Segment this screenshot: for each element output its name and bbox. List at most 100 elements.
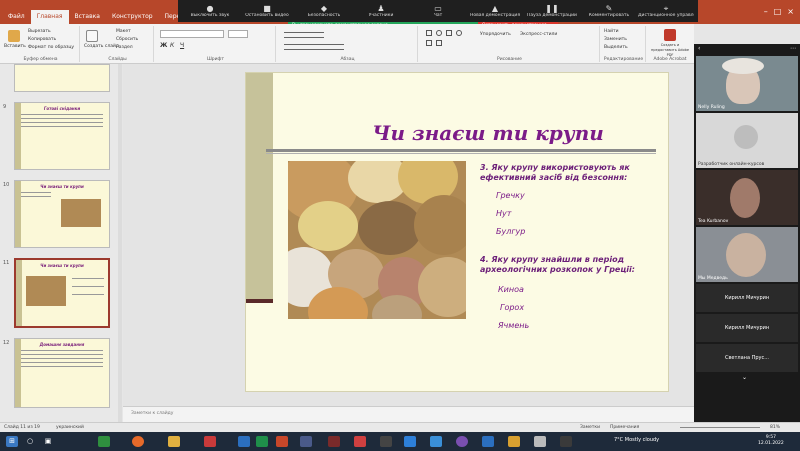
video-icon: ■ (263, 3, 271, 13)
participant-name-tile[interactable]: Кирилл Мичурин (696, 314, 798, 342)
new-slide-icon[interactable] (86, 30, 98, 42)
excel-icon[interactable] (256, 436, 268, 447)
slide-thumbnail-11-selected[interactable]: Чи знаєш ти крупи (14, 258, 110, 328)
comments-toggle[interactable]: Примечания (610, 425, 639, 430)
font-size-select[interactable] (228, 30, 248, 38)
close-icon[interactable]: × (787, 7, 794, 16)
oval-shape-icon[interactable] (436, 30, 442, 36)
participant-name-tile[interactable]: Светлана Прус... (696, 344, 798, 372)
replace-button[interactable]: Заменить (604, 37, 627, 42)
files-icon[interactable] (98, 436, 110, 447)
participant-tile[interactable]: Nelly Ruling (696, 56, 798, 111)
copy-button[interactable]: Копировать (28, 37, 56, 42)
line-shape-icon[interactable] (426, 40, 432, 46)
bullets-icon[interactable] (284, 32, 324, 38)
zoom-slider[interactable] (680, 427, 760, 428)
app-icon[interactable] (300, 436, 312, 447)
answer-option: Булгур (496, 227, 526, 236)
annotate-button[interactable]: ✎ Комментировать (581, 0, 637, 22)
language-indicator[interactable]: украинский (56, 425, 84, 430)
cut-button[interactable]: Вырезать (28, 29, 51, 34)
powerpoint-icon[interactable] (276, 436, 288, 447)
participant-tile[interactable]: Разработчик онлайн-курсов (696, 113, 798, 168)
firefox-icon[interactable] (132, 436, 144, 447)
maximize-icon[interactable]: □ (774, 7, 782, 16)
circle-shape-icon[interactable] (456, 30, 462, 36)
zoom-level[interactable]: 81% (770, 425, 780, 430)
editing-group: Найти Заменить Выделить Редактирование (602, 26, 646, 62)
create-pdf-button[interactable]: Создать и предоставить Adobe PDF (648, 43, 692, 58)
clock[interactable]: 9:57 12.01.2022 (758, 435, 784, 447)
minimize-icon[interactable]: – (764, 7, 768, 16)
app-icon[interactable] (380, 436, 392, 447)
align-icon[interactable] (284, 44, 344, 50)
triangle-shape-icon[interactable] (446, 30, 452, 36)
thumbnail-scrollbar[interactable] (118, 64, 122, 422)
stop-video-button[interactable]: ■ Остановить видео (239, 0, 295, 22)
slide-thumbnail-10[interactable]: Чи знаєш ти крупи (14, 180, 110, 248)
participant-tile[interactable]: Мы Медведь (696, 227, 798, 282)
remote-control-button[interactable]: ⌖ Дистанционное управление (638, 0, 694, 22)
italic-icon[interactable]: К (170, 42, 174, 49)
app-icon[interactable] (560, 436, 572, 447)
search-icon[interactable]: ○ (24, 436, 36, 447)
tab-home[interactable]: Главная (30, 10, 69, 24)
tab-design[interactable]: Конструктор (106, 10, 159, 24)
paste-button[interactable]: Вставить (4, 44, 26, 49)
paste-icon[interactable] (8, 30, 20, 42)
security-button[interactable]: ◆ Безопасность (296, 0, 352, 22)
participant-tile[interactable]: Tea Kurbanov (696, 170, 798, 225)
arrow-shape-icon[interactable] (436, 40, 442, 46)
start-icon[interactable]: ⊞ (6, 436, 18, 447)
word-icon[interactable] (238, 436, 250, 447)
group-label: Абзац (340, 57, 355, 62)
viber-icon[interactable] (456, 436, 468, 447)
question-4: 4. Яку крупу знайшли в період археологіч… (480, 255, 635, 274)
new-share-button[interactable]: ▲ Новая демонстрация (467, 0, 523, 22)
bold-icon[interactable]: Ж (160, 42, 167, 49)
slide-canvas: Чи знаєш ти крупи 3. Яку крупу використо… (123, 64, 694, 406)
telegram-icon[interactable] (430, 436, 442, 447)
underline-icon[interactable]: Ч (180, 42, 184, 49)
pause-share-button[interactable]: ❚❚ Пауза демонстрации (524, 0, 580, 22)
slide-thumbnail-12[interactable]: Домашнє завдання (14, 338, 110, 408)
arrange-button[interactable]: Упорядочить (480, 32, 511, 37)
tab-insert[interactable]: Вставка (69, 10, 106, 24)
chevron-left-icon[interactable]: ‹ (698, 45, 700, 53)
section-button[interactable]: Раздел (116, 45, 133, 50)
app-icon[interactable] (508, 436, 520, 447)
notes-toggle[interactable]: Заметки (580, 425, 600, 430)
app-icon[interactable] (534, 436, 546, 447)
font-name-select[interactable] (160, 30, 224, 38)
slide-thumbnail-9[interactable]: Готові сніданки (14, 102, 110, 170)
acrobat-icon[interactable] (354, 436, 366, 447)
new-slide-button[interactable]: Создать слайд (84, 44, 119, 49)
slides-group: Создать слайд Макет Сбросить Раздел Слай… (82, 26, 154, 62)
select-button[interactable]: Выделить (604, 45, 628, 50)
tab-file[interactable]: Файл (2, 10, 31, 24)
app-icon[interactable] (204, 436, 216, 447)
quick-styles-button[interactable]: Экспресс-стили (520, 32, 557, 37)
more-icon[interactable]: ⋯ (790, 45, 796, 53)
current-slide[interactable]: Чи знаєш ти крупи 3. Яку крупу використо… (245, 72, 669, 392)
chat-button[interactable]: ▭ Чат (410, 0, 466, 22)
mute-button[interactable]: ● Выключить звук (182, 0, 238, 22)
task-view-icon[interactable]: ▣ (42, 436, 54, 447)
rectangle-shape-icon[interactable] (426, 30, 432, 36)
weather-widget[interactable]: 7°C Mostly cloudy (614, 437, 659, 443)
notes-pane[interactable]: Заметки к слайду (123, 406, 694, 422)
format-painter-button[interactable]: Формат по образцу (28, 45, 74, 50)
folder-icon[interactable] (168, 436, 180, 447)
slide-thumbnail-partial[interactable] (14, 64, 110, 92)
thumbnail-title: Чи знаєш ти крупи (40, 263, 84, 268)
illustrator-icon[interactable] (328, 436, 340, 447)
app-icon[interactable] (482, 436, 494, 447)
participants-button[interactable]: ♟ Участники (353, 0, 409, 22)
participant-name-tile[interactable]: Кирилл Мичурин (696, 284, 798, 312)
pdf-icon[interactable] (664, 29, 676, 41)
find-button[interactable]: Найти (604, 29, 619, 34)
zoom-icon[interactable] (404, 436, 416, 447)
reset-button[interactable]: Сбросить (116, 37, 138, 42)
layout-button[interactable]: Макет (116, 29, 131, 34)
chevron-down-icon[interactable]: ⌄ (742, 374, 747, 381)
